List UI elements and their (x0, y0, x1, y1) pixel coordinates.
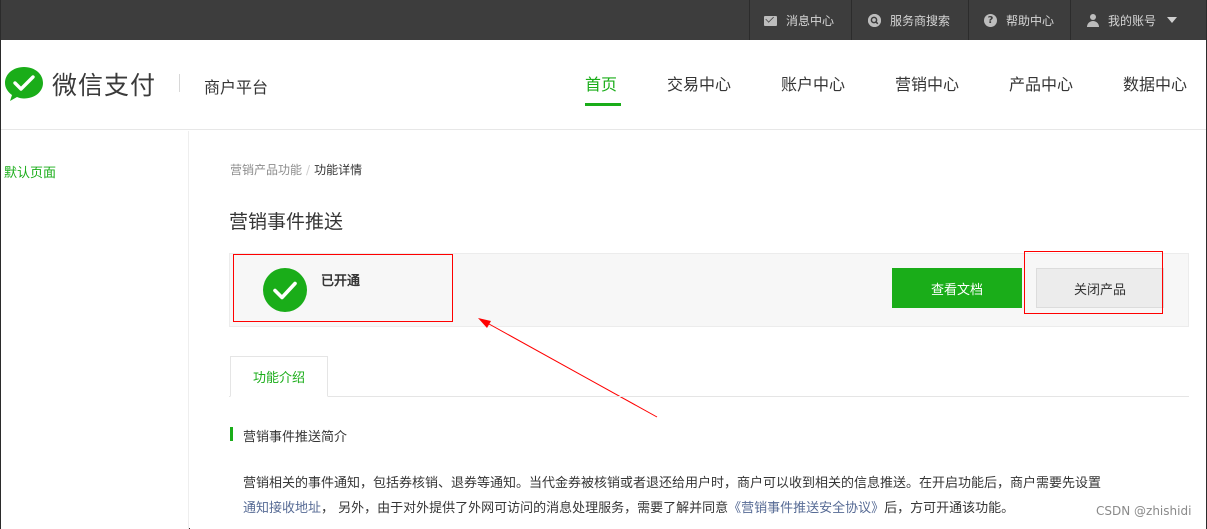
topbar-help[interactable]: ? 帮助中心 (984, 0, 1054, 40)
topbar-separator (1070, 0, 1071, 40)
nav-marketing-center[interactable]: 营销中心 (895, 71, 959, 95)
csdn-watermark: CSDN @zhishidi (1096, 504, 1192, 518)
chevron-down-icon (1167, 17, 1178, 23)
help-icon: ? (984, 13, 997, 27)
breadcrumb-separator: / (306, 163, 311, 177)
user-icon (1087, 13, 1099, 27)
topbar-separator (851, 0, 852, 40)
topbar-provider-search-label: 服务商搜索 (890, 13, 951, 28)
logo-divider (179, 74, 180, 92)
platform-name: 商户平台 (204, 78, 269, 97)
topbar-help-label: 帮助中心 (1006, 13, 1055, 28)
section-accent-bar (230, 427, 233, 441)
topbar-separator (968, 0, 969, 40)
topbar-separator (749, 0, 750, 40)
topbar-account[interactable]: 我的账号 (1087, 0, 1178, 40)
nav-data-center[interactable]: 数据中心 (1123, 71, 1187, 95)
annotation-box-close (1024, 251, 1163, 314)
annotation-box-status (233, 254, 453, 322)
nav-trade-center[interactable]: 交易中心 (667, 71, 731, 95)
sidebar: 默认页面 (1, 131, 189, 529)
view-docs-button[interactable]: 查看文档 (892, 268, 1022, 308)
brand-name: 微信支付 (52, 71, 157, 100)
security-agreement-link[interactable]: 《营销事件推送安全协议》 (728, 501, 884, 516)
page-title: 营销事件推送 (229, 211, 344, 233)
main-header: 微信支付 商户平台 首页 交易中心 账户中心 营销中心 产品中心 数据中心 (1, 40, 1206, 130)
breadcrumb-current: 功能详情 (314, 163, 363, 177)
sidebar-item-default-page[interactable]: 默认页面 (4, 162, 56, 181)
mail-icon (764, 15, 777, 26)
content-area (190, 131, 1206, 529)
section-title: 营销事件推送简介 (243, 430, 348, 445)
nav-active-indicator (585, 103, 621, 106)
notify-address-link[interactable]: 通知接收地址 (243, 501, 321, 516)
nav-home[interactable]: 首页 (585, 71, 617, 95)
top-utility-bar: 消息中心 服务商搜索 ? 帮助中心 我的账号 (1, 0, 1206, 40)
wechat-pay-logo-icon (5, 67, 43, 101)
nav-account-center[interactable]: 账户中心 (781, 71, 845, 95)
topbar-account-label: 我的账号 (1108, 13, 1157, 28)
breadcrumb-parent[interactable]: 营销产品功能 (230, 163, 302, 177)
description-text: ， 另外，由于对外提供了外网可访问的消息处理服务，需要了解并同意 (321, 501, 729, 516)
wechat-pay-logo[interactable]: 微信支付 (4, 66, 156, 102)
description-text: 营销相关的事件通知，包括券核销、退券等通知。当代金券被核销或者退还给用户时，商户… (243, 476, 1102, 491)
nav-product-center[interactable]: 产品中心 (1009, 71, 1073, 95)
section-description: 营销相关的事件通知，包括券核销、退券等通知。当代金券被核销或者退还给用户时，商户… (243, 471, 1183, 521)
tabs-baseline (229, 396, 1189, 397)
topbar-messages-label: 消息中心 (786, 13, 835, 28)
topbar-messages[interactable]: 消息中心 (764, 0, 834, 40)
description-text: 后，方可开通该功能。 (884, 501, 1015, 516)
search-icon (868, 13, 881, 27)
topbar-provider-search[interactable]: 服务商搜索 (868, 0, 950, 40)
breadcrumb: 营销产品功能 / 功能详情 (230, 161, 362, 178)
tab-feature-intro[interactable]: 功能介绍 (230, 356, 328, 397)
